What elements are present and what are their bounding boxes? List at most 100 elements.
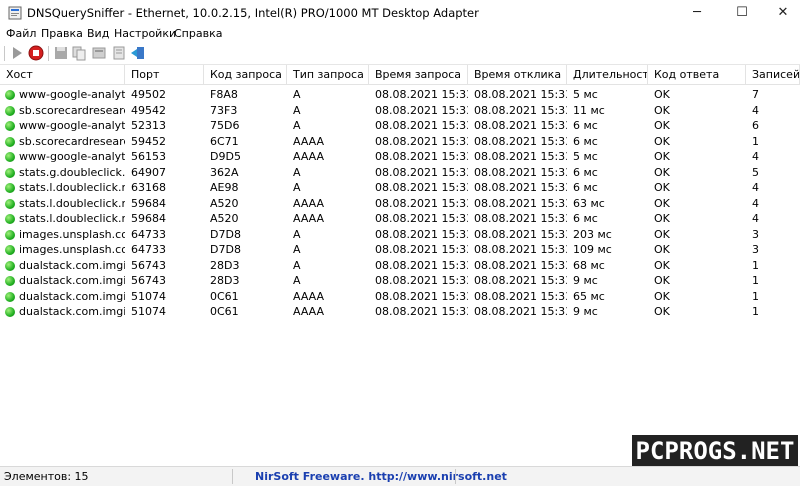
stop-icon[interactable] bbox=[27, 44, 45, 62]
response-code-cell: OK bbox=[654, 181, 670, 194]
port-cell: 59684 bbox=[131, 196, 166, 210]
header-col-request-time[interactable]: Время запроса bbox=[369, 65, 468, 85]
query-type-cell: AAAA bbox=[293, 196, 325, 210]
response-code-cell: OK bbox=[654, 227, 670, 241]
exit-icon[interactable] bbox=[129, 44, 147, 62]
window-title: DNSQuerySniffer - Ethernet, 10.0.2.15, I… bbox=[27, 6, 479, 20]
table-row[interactable]: dualstack.com.imgix.... 51074 0C61 AAAA 08.0… bbox=[0, 289, 800, 305]
table-row[interactable]: dualstack.com.imgix.... 51074 0C61 AAAA 08.0… bbox=[0, 304, 800, 320]
header-col-duration[interactable]: Длительность bbox=[567, 65, 648, 85]
host-cell: stats.l.doubleclick.net bbox=[19, 181, 125, 194]
host-cell: sb.scorecardresearch.... bbox=[19, 134, 125, 148]
records-cell: 3 bbox=[752, 243, 759, 256]
records-cell: 1 bbox=[752, 274, 759, 287]
table-row[interactable]: stats.l.doubleclick.net 59684 A520 AAAA 08.0… bbox=[0, 196, 800, 212]
table-row[interactable]: sb.scorecardresearch.... 49542 73F3 A 08.08.… bbox=[0, 103, 800, 119]
duration-cell: 6 мс bbox=[573, 212, 598, 225]
menu-settings[interactable]: Настройки bbox=[114, 27, 176, 40]
table-row[interactable]: sb.scorecardresearch.... 59452 6C71 AAAA 08.… bbox=[0, 134, 800, 150]
table-row[interactable]: images.unsplash.com 64733 D7D8 A 08.08.2021 … bbox=[0, 227, 800, 243]
response-code-cell: OK bbox=[654, 165, 670, 179]
header-col-response-time[interactable]: Время отклика bbox=[468, 65, 567, 85]
query-id-cell: 0C61 bbox=[210, 289, 239, 303]
duration-cell: 5 мс bbox=[573, 150, 598, 163]
response-code-cell: OK bbox=[654, 196, 670, 210]
query-type-cell: AAAA bbox=[293, 134, 325, 148]
query-id-cell: 73F3 bbox=[210, 103, 238, 117]
host-cell: sb.scorecardresearch.... bbox=[19, 103, 125, 117]
menu-file[interactable]: Файл bbox=[6, 27, 36, 40]
menu-view[interactable]: Вид bbox=[87, 27, 109, 40]
response-time-cell: 08.08.2021 15:33:50... bbox=[474, 227, 567, 241]
query-type-cell: A bbox=[293, 243, 301, 256]
copy-icon[interactable] bbox=[70, 44, 88, 62]
response-code-cell: OK bbox=[654, 150, 670, 163]
table-row[interactable]: dualstack.com.imgix.... 56743 28D3 A 08.08.2… bbox=[0, 273, 800, 289]
query-type-cell: A bbox=[293, 274, 301, 287]
request-time-cell: 08.08.2021 15:33:50... bbox=[375, 289, 468, 303]
response-time-cell: 08.08.2021 15:33:50... bbox=[474, 119, 567, 132]
properties-icon[interactable] bbox=[110, 44, 128, 62]
table-row[interactable]: stats.l.doubleclick.net 63168 AE98 A 08.08.2… bbox=[0, 180, 800, 196]
close-button[interactable]: ✕ bbox=[766, 0, 800, 26]
header-col-query-id[interactable]: Код запроса bbox=[204, 65, 287, 85]
header-col-response-code[interactable]: Код ответа bbox=[648, 65, 746, 85]
query-id-cell: 75D6 bbox=[210, 119, 240, 132]
table-row[interactable]: www-google-analytic... 52313 75D6 A 08.08.20… bbox=[0, 118, 800, 134]
status-bar: Элементов: 15 NirSoft Freeware. http://w… bbox=[0, 466, 800, 486]
query-id-cell: A520 bbox=[210, 196, 239, 210]
response-code-cell: OK bbox=[654, 119, 670, 132]
port-cell: 51074 bbox=[131, 305, 166, 318]
duration-cell: 6 мс bbox=[573, 119, 598, 132]
table-row[interactable]: stats.l.doubleclick.net 59684 A520 AAAA 08.0… bbox=[0, 211, 800, 227]
request-time-cell: 08.08.2021 15:33:50... bbox=[375, 119, 468, 132]
menu-edit[interactable]: Правка bbox=[41, 27, 83, 40]
table-row[interactable]: www-google-analytic... 56153 D9D5 AAAA 08.08… bbox=[0, 149, 800, 165]
response-time-cell: 08.08.2021 15:33:50... bbox=[474, 274, 567, 287]
save-icon[interactable] bbox=[52, 44, 70, 62]
table-row[interactable]: stats.g.doubleclick.net 64907 362A A 08.08.2… bbox=[0, 165, 800, 181]
request-time-cell: 08.08.2021 15:33:50... bbox=[375, 274, 468, 287]
request-time-cell: 08.08.2021 15:33:50... bbox=[375, 134, 468, 148]
minimize-button[interactable]: ─ bbox=[680, 0, 714, 26]
play-icon[interactable] bbox=[8, 44, 26, 62]
query-id-cell: D7D8 bbox=[210, 243, 241, 256]
table-row[interactable]: images.unsplash.com 64733 D7D8 A 08.08.2021 … bbox=[0, 242, 800, 258]
query-id-cell: 0C61 bbox=[210, 305, 239, 318]
header-col-port[interactable]: Порт bbox=[125, 65, 204, 85]
records-cell: 1 bbox=[752, 134, 759, 148]
records-cell: 3 bbox=[752, 227, 759, 241]
table-row[interactable]: www-google-analytic... 49502 F8A8 A 08.08.20… bbox=[0, 87, 800, 103]
header-col-host[interactable]: Хост bbox=[0, 65, 125, 85]
records-cell: 1 bbox=[752, 305, 759, 318]
port-cell: 49542 bbox=[131, 103, 166, 117]
query-type-cell: A bbox=[293, 258, 301, 272]
html-report-icon[interactable] bbox=[90, 44, 108, 62]
duration-cell: 6 мс bbox=[573, 134, 598, 148]
maximize-button[interactable]: ☐ bbox=[725, 0, 759, 26]
request-time-cell: 08.08.2021 15:33:50... bbox=[375, 103, 468, 117]
duration-cell: 68 мс bbox=[573, 258, 605, 272]
query-type-cell: AAAA bbox=[293, 289, 325, 303]
table-row[interactable]: dualstack.com.imgix.... 56743 28D3 A 08.08.2… bbox=[0, 258, 800, 274]
host-cell: dualstack.com.imgix.... bbox=[19, 274, 125, 287]
duration-cell: 9 мс bbox=[573, 305, 598, 318]
query-type-cell: A bbox=[293, 181, 301, 194]
host-cell: www-google-analytic... bbox=[19, 88, 125, 101]
nirsoft-link[interactable]: NirSoft Freeware. http://www.nirsoft.net bbox=[255, 470, 507, 483]
header-col-records[interactable]: Записей bbox=[746, 65, 800, 85]
header-col-query-type[interactable]: Тип запроса bbox=[287, 65, 369, 85]
records-cell: 6 bbox=[752, 119, 759, 132]
query-id-cell: 362A bbox=[210, 165, 239, 179]
query-id-cell: F8A8 bbox=[210, 88, 238, 101]
host-cell: dualstack.com.imgix.... bbox=[19, 289, 125, 303]
duration-cell: 11 мс bbox=[573, 103, 605, 117]
response-code-cell: OK bbox=[654, 212, 670, 225]
menu-help[interactable]: Справка bbox=[174, 27, 222, 40]
query-type-cell: A bbox=[293, 103, 301, 117]
response-time-cell: 08.08.2021 15:33:50... bbox=[474, 196, 567, 210]
response-time-cell: 08.08.2021 15:33:50... bbox=[474, 305, 567, 318]
toolbar-separator bbox=[4, 46, 5, 61]
query-type-cell: A bbox=[293, 119, 301, 132]
host-cell: stats.l.doubleclick.net bbox=[19, 212, 125, 225]
